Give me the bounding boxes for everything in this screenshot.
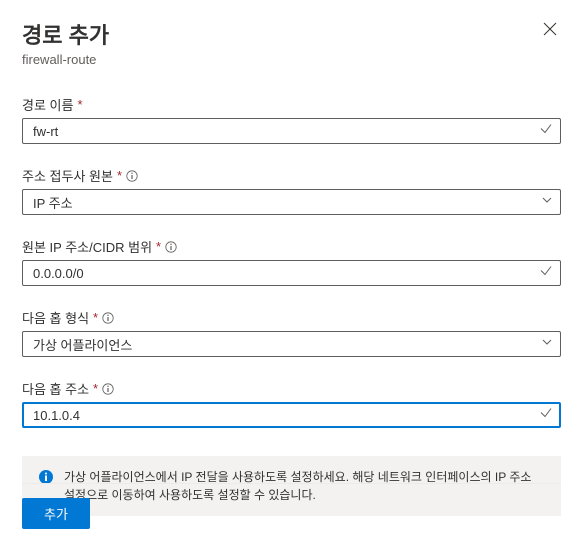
add-button[interactable]: 추가 <box>22 498 90 529</box>
addr-prefix-value: IP 주소 <box>33 193 73 212</box>
page-subtitle: firewall-route <box>22 52 109 67</box>
info-icon[interactable] <box>102 383 114 395</box>
route-name-label: 경로 이름 <box>22 95 73 114</box>
panel-header: 경로 추가 firewall-route <box>22 18 561 67</box>
source-cidr-value: 0.0.0.0/0 <box>33 266 84 281</box>
source-cidr-label: 원본 IP 주소/CIDR 범위 <box>22 237 152 256</box>
info-icon[interactable] <box>102 312 114 324</box>
next-hop-addr-value: 10.1.0.4 <box>33 408 80 423</box>
next-hop-type-value: 가상 어플라이언스 <box>33 335 132 354</box>
required-indicator: * <box>117 168 122 183</box>
info-icon[interactable] <box>126 170 138 182</box>
info-icon[interactable] <box>165 241 177 253</box>
required-indicator: * <box>156 239 161 254</box>
field-route-name: 경로 이름 * fw-rt <box>22 95 561 144</box>
addr-prefix-select[interactable]: IP 주소 <box>22 189 561 215</box>
close-icon <box>543 22 557 36</box>
required-indicator: * <box>77 97 82 112</box>
required-indicator: * <box>93 310 98 325</box>
field-next-hop-addr: 다음 홉 주소 * 10.1.0.4 <box>22 379 561 428</box>
required-indicator: * <box>93 381 98 396</box>
next-hop-type-select[interactable]: 가상 어플라이언스 <box>22 331 561 357</box>
panel-footer: 추가 <box>22 483 561 529</box>
next-hop-addr-input[interactable]: 10.1.0.4 <box>22 402 561 428</box>
field-addr-prefix-source: 주소 접두사 원본 * IP 주소 <box>22 166 561 215</box>
next-hop-type-label: 다음 홉 형식 <box>22 308 89 327</box>
close-button[interactable] <box>539 18 561 45</box>
field-source-cidr: 원본 IP 주소/CIDR 범위 * 0.0.0.0/0 <box>22 237 561 286</box>
source-cidr-input[interactable]: 0.0.0.0/0 <box>22 260 561 286</box>
route-name-value: fw-rt <box>33 124 58 139</box>
field-next-hop-type: 다음 홉 형식 * 가상 어플라이언스 <box>22 308 561 357</box>
addr-prefix-label: 주소 접두사 원본 <box>22 166 113 185</box>
next-hop-addr-label: 다음 홉 주소 <box>22 379 89 398</box>
route-name-input[interactable]: fw-rt <box>22 118 561 144</box>
page-title: 경로 추가 <box>22 18 109 50</box>
